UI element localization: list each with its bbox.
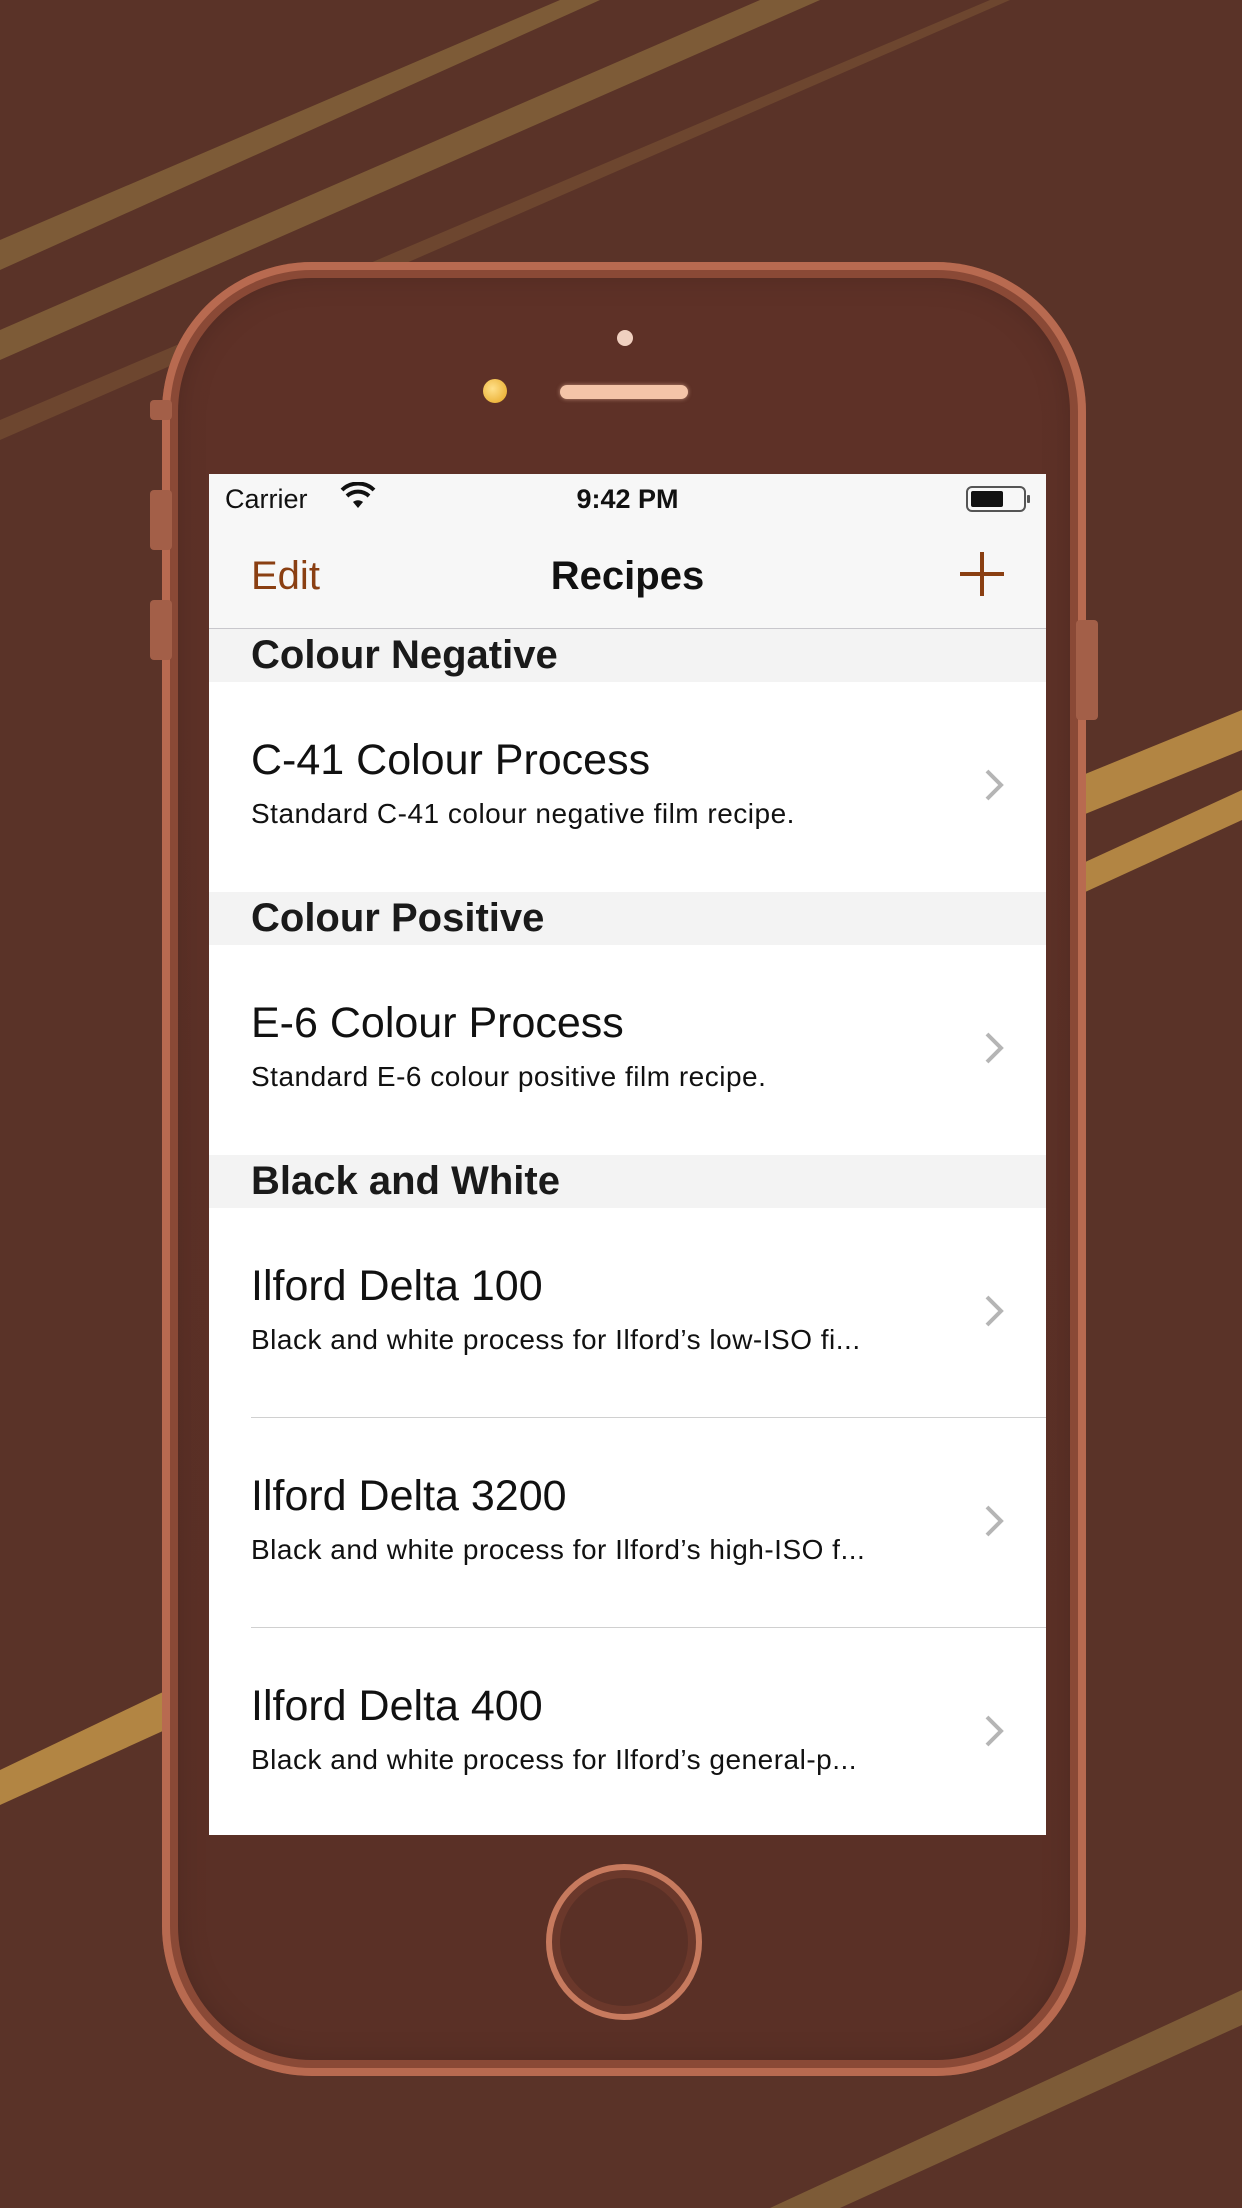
status-time: 9:42 PM xyxy=(576,484,679,514)
phone-screen: Carrier 9:42 PM Edit Recipes Colour Nega… xyxy=(209,474,1046,1835)
list-item[interactable]: Ilford Delta 100 Black and white process… xyxy=(209,1208,1046,1418)
page-title: Recipes xyxy=(550,554,705,598)
recipe-subtitle: Standard E-6 colour positive film recipe… xyxy=(251,1061,767,1092)
phone-power-button xyxy=(1076,620,1098,720)
navigation-bar: Edit Recipes xyxy=(209,524,1046,629)
chevron-right-icon xyxy=(985,1295,1004,1327)
chevron-right-icon xyxy=(985,769,1004,801)
proximity-sensor xyxy=(483,379,507,403)
list-item[interactable]: C-41 Colour Process Standard C-41 colour… xyxy=(209,682,1046,892)
chevron-right-icon xyxy=(985,1505,1004,1537)
recipe-subtitle: Black and white process for Ilford’s low… xyxy=(251,1324,861,1355)
front-camera xyxy=(617,330,633,346)
recipe-title: Ilford Delta 3200 xyxy=(251,1472,567,1520)
chevron-right-icon xyxy=(985,1715,1004,1747)
list-item[interactable]: Ilford Delta 400 Black and white process… xyxy=(209,1628,1046,1835)
section-header-colour-negative: Colour Negative xyxy=(209,629,1046,682)
home-button[interactable] xyxy=(546,1864,702,2020)
status-bar: Carrier 9:42 PM xyxy=(209,474,1046,524)
section-title: Colour Negative xyxy=(251,633,558,677)
list-item[interactable]: Ilford Delta 3200 Black and white proces… xyxy=(209,1418,1046,1628)
section-header-colour-positive: Colour Positive xyxy=(209,892,1046,945)
section-title: Colour Positive xyxy=(251,896,545,940)
recipe-title: E-6 Colour Process xyxy=(251,999,624,1047)
phone-volume-down xyxy=(150,600,172,660)
recipe-subtitle: Black and white process for Ilford’s hig… xyxy=(251,1534,866,1565)
recipe-title: Ilford Delta 100 xyxy=(251,1262,543,1310)
phone-volume-up xyxy=(150,490,172,550)
plus-icon[interactable] xyxy=(958,550,1006,598)
recipe-list: Colour Negative C-41 Colour Process Stan… xyxy=(209,629,1046,1835)
recipe-title: C-41 Colour Process xyxy=(251,736,651,784)
earpiece-speaker xyxy=(560,385,688,399)
section-header-black-and-white: Black and White xyxy=(209,1155,1046,1208)
section-title: Black and White xyxy=(251,1159,560,1203)
recipe-title: Ilford Delta 400 xyxy=(251,1682,543,1730)
recipe-subtitle: Black and white process for Ilford’s gen… xyxy=(251,1744,858,1775)
chevron-right-icon xyxy=(985,1032,1004,1064)
battery-icon xyxy=(966,486,1030,512)
phone-side-button xyxy=(150,400,172,420)
list-item[interactable]: E-6 Colour Process Standard E-6 colour p… xyxy=(209,945,1046,1155)
recipe-subtitle: Standard C-41 colour negative film recip… xyxy=(251,798,795,829)
